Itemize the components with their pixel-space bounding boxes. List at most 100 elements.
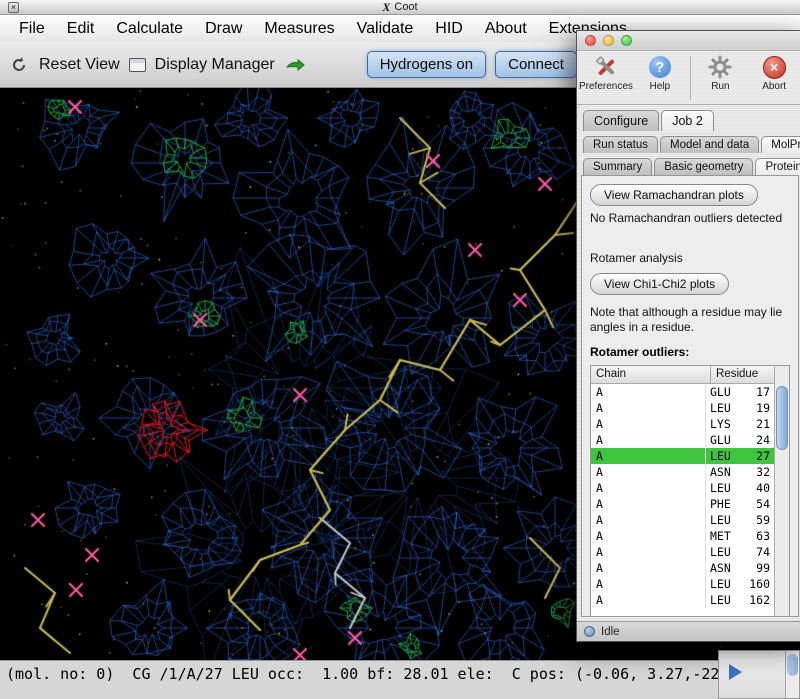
residue-name: LEU [710,480,746,496]
view-ramachandran-plots-button[interactable]: View Ramachandran plots [590,184,758,206]
rotamer-note-line-2: angles in a residue. [590,320,790,335]
chain-cell: A [591,560,706,576]
molprobity-tab-row: Summary Basic geometry Protein C [577,153,800,175]
chain-column-header[interactable]: Chain [591,366,711,383]
table-row[interactable]: A MET 63 [591,528,774,544]
residue-name: LEU [710,592,746,608]
protein-panel: View Ramachandran plots No Ramachandran … [581,175,799,617]
residue-cell: LEU 74 [706,544,774,560]
residue-name: GLU [710,384,746,400]
residue-number: 54 [746,496,770,512]
residue-name: LEU [710,512,746,528]
close-traffic-light[interactable] [585,35,596,46]
top-tab-row: Configure Job 2 [577,105,800,131]
menu-item[interactable]: Calculate [105,20,194,38]
table-row[interactable]: A LEU 160 [591,576,774,592]
help-label: Help [649,81,670,92]
residue-name: MET [710,528,746,544]
tab-model-and-data[interactable]: Model and data [660,136,759,153]
tab-configure[interactable]: Configure [583,110,659,131]
residue-cell: GLU 24 [706,432,774,448]
residue-number: 17 [746,384,770,400]
table-row[interactable]: A GLU 17 [591,384,774,400]
run-button[interactable]: Run [694,54,748,92]
residue-number: 99 [746,560,770,576]
table-row[interactable]: A LEU 27 [591,448,774,464]
display-manager-button[interactable]: Display Manager [155,56,275,74]
background-scrollbar[interactable] [785,651,799,698]
chain-cell: A [591,400,706,416]
table-row[interactable]: A LEU 19 [591,400,774,416]
tab-run-status[interactable]: Run status [583,136,658,153]
chain-cell: A [591,512,706,528]
tab-job-2[interactable]: Job 2 [661,110,714,131]
validation-dialog: Preferences ? Help [576,30,800,642]
menu-item[interactable]: Edit [56,20,106,38]
menu-item[interactable]: HID [424,20,474,38]
hydrogens-toggle-button[interactable]: Hydrogens on [367,51,486,78]
status-indicator-icon [584,626,595,637]
table-scrollbar-thumb[interactable] [776,386,788,450]
tab-summary[interactable]: Summary [583,158,652,175]
residue-number: 27 [746,448,770,464]
menu-item[interactable]: Measures [253,20,345,38]
table-row[interactable]: A ASN 32 [591,464,774,480]
menu-item[interactable]: Draw [194,20,253,38]
residue-cell: ASN 99 [706,560,774,576]
screen: × X Coot FileEditCalculateDrawMeasuresVa… [0,0,800,699]
run-label: Run [711,81,729,92]
rotamer-outliers-label: Rotamer outliers: [590,345,790,359]
table-row[interactable]: A ASN 99 [591,560,774,576]
menu-item[interactable]: Validate [346,20,425,38]
residue-cell: LYS 21 [706,416,774,432]
preferences-button[interactable]: Preferences [579,54,633,92]
play-icon[interactable] [729,664,742,680]
display-manager-icon[interactable] [129,58,146,72]
close-icon[interactable]: × [8,2,19,13]
residue-number: 40 [746,480,770,496]
abort-button[interactable]: × Abort [747,54,800,92]
residue-cell: LEU 19 [706,400,774,416]
table-row[interactable]: A GLU 24 [591,432,774,448]
zoom-traffic-light[interactable] [621,35,632,46]
chain-cell: A [591,464,706,480]
residue-name: LEU [710,576,746,592]
table-row[interactable]: A PHE 54 [591,496,774,512]
gear-icon [707,54,733,80]
table-row[interactable]: A LEU 162 [591,592,774,608]
view-chi1-chi2-plots-button[interactable]: View Chi1-Chi2 plots [590,273,729,295]
go-arrow-icon[interactable] [284,54,306,76]
menu-item[interactable]: About [474,20,538,38]
chain-cell: A [591,448,706,464]
rotamer-table-body: A GLU 17 A LEU 19 [591,384,774,608]
chain-cell: A [591,496,706,512]
table-scrollbar[interactable] [774,366,789,616]
rotamer-outliers-table: Chain Residue A GLU 17 A [590,365,790,617]
scrollbar-thumb[interactable] [787,654,798,676]
residue-name: LEU [710,544,746,560]
residue-number: 160 [746,576,770,592]
main-title-bar[interactable]: × X Coot [0,0,800,15]
connect-toggle-button[interactable]: Connect [495,51,577,78]
table-row[interactable]: A LEU 59 [591,512,774,528]
tab-basic-geometry[interactable]: Basic geometry [654,158,753,175]
residue-number: 19 [746,400,770,416]
reset-view-icon[interactable] [8,54,30,76]
residue-column-header[interactable]: Residue [711,366,774,383]
table-row[interactable]: A LYS 21 [591,416,774,432]
dialog-title-bar[interactable] [577,31,800,51]
residue-name: ASN [710,560,746,576]
table-row[interactable]: A LEU 74 [591,544,774,560]
x11-icon: X [382,0,390,15]
help-button[interactable]: ? Help [633,54,687,92]
residue-name: LYS [710,416,746,432]
minimize-traffic-light[interactable] [603,35,614,46]
reset-view-button[interactable]: Reset View [39,56,120,74]
tab-protein[interactable]: Protein [755,158,800,175]
tab-molprobity[interactable]: MolProbity [761,136,800,153]
menu-item[interactable]: File [8,20,56,38]
background-window-fragment [718,650,800,699]
dialog-status-text: Idle [601,626,620,638]
rotamer-note-line-1: Note that although a residue may lie [590,305,790,320]
table-row[interactable]: A LEU 40 [591,480,774,496]
